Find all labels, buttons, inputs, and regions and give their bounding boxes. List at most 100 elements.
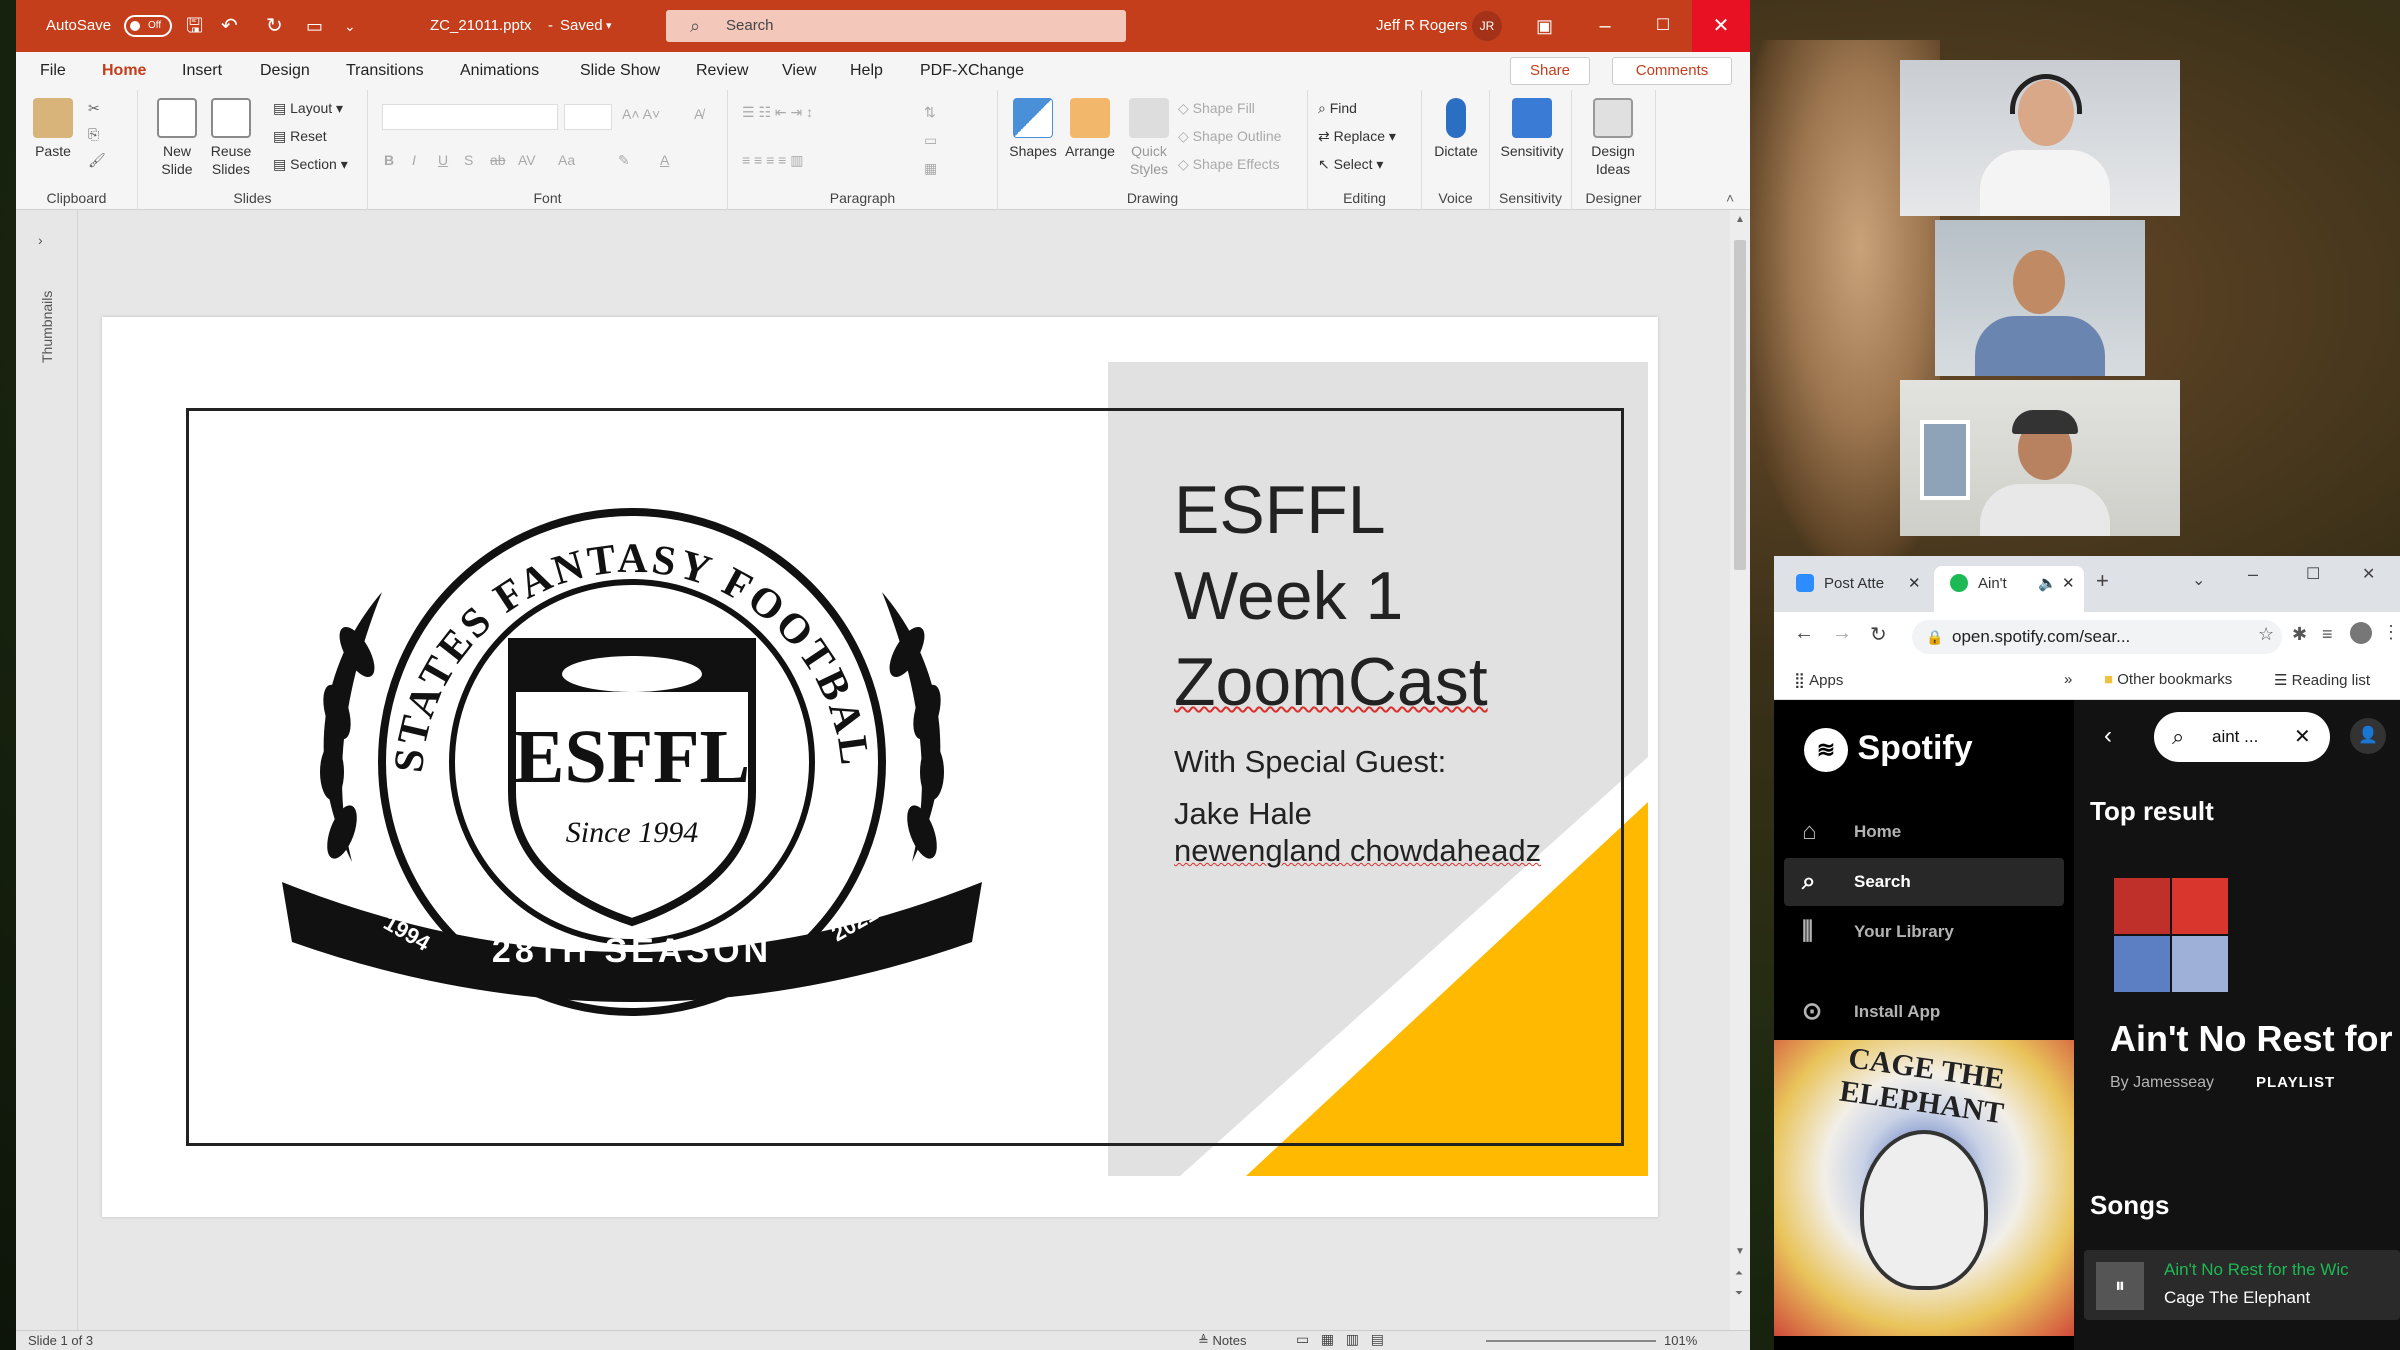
- scroll-down-icon[interactable]: ▼: [1735, 1246, 1745, 1257]
- new-tab-icon[interactable]: +: [2096, 568, 2109, 594]
- character-spacing-icon[interactable]: AV: [518, 152, 536, 168]
- sidebar-item-search[interactable]: ⌕ Search: [1784, 858, 2064, 906]
- sensitivity-button[interactable]: Sensitivity: [1496, 98, 1568, 160]
- apps-bookmark[interactable]: ⣿ Apps: [1794, 671, 1843, 689]
- grow-font-icon[interactable]: A˄ A˅: [622, 106, 660, 122]
- back-icon[interactable]: ←: [1794, 622, 1814, 645]
- song-row[interactable]: ⏸ Ain't No Rest for the Wic Cage The Ele…: [2084, 1250, 2400, 1320]
- tab-file[interactable]: File: [40, 52, 66, 90]
- clear-formatting-icon[interactable]: A̸: [694, 106, 703, 122]
- font-size-select[interactable]: [564, 104, 612, 130]
- pause-icon[interactable]: ⏸: [2096, 1262, 2144, 1310]
- dictate-button[interactable]: Dictate: [1428, 98, 1484, 160]
- previous-slide-icon[interactable]: ⏶: [1735, 1268, 1743, 1279]
- format-painter-icon[interactable]: 🖌: [88, 152, 106, 169]
- bullets-icon[interactable]: ☰ ☷ ⇤ ⇥ ↕: [742, 104, 813, 121]
- song-title[interactable]: Ain't No Rest for the Wic: [2164, 1260, 2349, 1280]
- more-bookmarks-icon[interactable]: »: [2064, 671, 2072, 688]
- top-result-by[interactable]: By Jamesseay: [2110, 1074, 2214, 1092]
- sidebar-item-library[interactable]: ⫼ Your Library: [1784, 908, 2064, 956]
- highlight-icon[interactable]: ✎: [618, 152, 630, 169]
- font-name-select[interactable]: [382, 104, 558, 130]
- tab-animations[interactable]: Animations: [460, 52, 539, 90]
- align-text-icon[interactable]: ▭: [924, 132, 937, 149]
- spotify-logo[interactable]: ≋ Spotify: [1804, 728, 1973, 772]
- vertical-scrollbar[interactable]: ▲ ▼ ⏶ ⏷: [1730, 210, 1750, 1330]
- shape-effects-button[interactable]: ◇ Shape Effects: [1178, 156, 1280, 173]
- close-tab-icon[interactable]: ✕: [2062, 566, 2075, 602]
- top-result-title[interactable]: Ain't No Rest for: [2110, 1018, 2393, 1060]
- back-icon[interactable]: ‹: [2104, 722, 2112, 750]
- text-direction-icon[interactable]: ⇅: [924, 104, 936, 121]
- align-icons[interactable]: ≡ ≡ ≡ ≡ ▥: [742, 152, 803, 169]
- extensions-icon[interactable]: ✱: [2292, 624, 2307, 645]
- scroll-thumb[interactable]: [1734, 240, 1746, 570]
- change-case-icon[interactable]: Aa: [558, 152, 575, 168]
- replace-button[interactable]: ⇄ Replace ▾: [1318, 128, 1396, 145]
- tab-view[interactable]: View: [782, 52, 816, 90]
- maximize-icon[interactable]: ☐: [1634, 0, 1692, 52]
- shapes-button[interactable]: Shapes: [1008, 98, 1058, 160]
- user-icon[interactable]: 👤: [2350, 718, 2386, 754]
- search-box[interactable]: ⌕ Search: [666, 10, 1126, 42]
- slide[interactable]: EASTERN STATES FANTASY FOOTBALL LEAGUE E…: [102, 317, 1658, 1217]
- close-icon[interactable]: ✕: [1692, 0, 1750, 52]
- view-buttons[interactable]: ▭ ▦ ▥ ▤: [1296, 1331, 1384, 1348]
- close-tab-icon[interactable]: ✕: [1908, 566, 1921, 602]
- reset-button[interactable]: ▤ Reset: [273, 128, 327, 145]
- forward-icon[interactable]: →: [1832, 622, 1852, 645]
- undo-icon[interactable]: ↶: [221, 0, 238, 52]
- bold-icon[interactable]: B: [384, 152, 394, 168]
- tab-review[interactable]: Review: [696, 52, 748, 90]
- guest-details[interactable]: Jake Hale newengland chowdaheadz: [1174, 795, 1541, 869]
- new-slide-button[interactable]: New Slide: [152, 98, 202, 178]
- user-name[interactable]: Jeff R Rogers: [1376, 0, 1467, 52]
- section-button[interactable]: ▤ Section ▾: [273, 156, 348, 173]
- sidebar-item-home[interactable]: ⌂ Home: [1784, 808, 2064, 856]
- customize-qat-icon[interactable]: ⌄: [344, 0, 356, 52]
- layout-button[interactable]: ▤ Layout ▾: [273, 100, 343, 117]
- close-icon[interactable]: ✕: [2362, 564, 2375, 584]
- design-ideas-button[interactable]: Design Ideas: [1582, 98, 1644, 178]
- tab-slide-show[interactable]: Slide Show: [580, 52, 660, 90]
- comments-button[interactable]: Comments: [1612, 57, 1732, 85]
- minimize-icon[interactable]: –: [1576, 0, 1634, 52]
- slide-title[interactable]: ESFFL Week 1 ZoomCast: [1174, 467, 1488, 725]
- expand-thumbnails-icon[interactable]: ›: [38, 232, 43, 248]
- guest-label[interactable]: With Special Guest:: [1174, 742, 1446, 782]
- media-icon[interactable]: ≡: [2322, 624, 2333, 645]
- bookmark-star-icon[interactable]: ☆: [2258, 624, 2274, 645]
- speaker-icon[interactable]: 🔈: [2038, 566, 2057, 602]
- strikethrough-icon[interactable]: ab: [490, 152, 506, 168]
- menu-icon[interactable]: ⋮: [2382, 622, 2400, 643]
- clear-search-icon[interactable]: ✕: [2294, 712, 2311, 762]
- notes-button[interactable]: ≜ Notes: [1198, 1333, 1246, 1349]
- tab-insert[interactable]: Insert: [182, 52, 222, 90]
- scroll-up-icon[interactable]: ▲: [1735, 214, 1745, 225]
- next-slide-icon[interactable]: ⏷: [1735, 1288, 1743, 1299]
- maximize-icon[interactable]: ☐: [2306, 564, 2320, 584]
- shape-outline-button[interactable]: ◇ Shape Outline: [1178, 128, 1281, 145]
- save-status[interactable]: Saved: [560, 0, 603, 52]
- tab-transitions[interactable]: Transitions: [346, 52, 424, 90]
- italic-icon[interactable]: I: [412, 152, 416, 168]
- find-button[interactable]: ⌕ Find: [1318, 100, 1357, 117]
- shadow-icon[interactable]: S: [464, 152, 473, 168]
- top-result-art[interactable]: [2114, 878, 2230, 994]
- autosave-toggle[interactable]: Off: [116, 0, 172, 52]
- tab-spotify[interactable]: Ain't 🔈 ✕: [1934, 566, 2084, 612]
- url-bar[interactable]: 🔒 open.spotify.com/sear...: [1912, 620, 2282, 654]
- zoom-slider[interactable]: [1486, 1340, 1656, 1342]
- ribbon-display-icon[interactable]: ▣: [1536, 0, 1553, 52]
- share-button[interactable]: Share: [1510, 57, 1590, 85]
- copy-icon[interactable]: ⎘: [88, 126, 99, 143]
- redo-icon[interactable]: ↻: [266, 0, 283, 52]
- font-color-icon[interactable]: A: [660, 152, 669, 168]
- sidebar-item-install-app[interactable]: ⊙ Install App: [1784, 988, 2064, 1036]
- chevron-down-icon[interactable]: ▾: [606, 0, 612, 52]
- cut-icon[interactable]: ✂: [88, 100, 100, 117]
- present-icon[interactable]: ▭: [306, 0, 323, 52]
- collapse-ribbon-icon[interactable]: ˄: [1726, 190, 1734, 206]
- quick-styles-button[interactable]: Quick Styles: [1122, 98, 1176, 178]
- tab-design[interactable]: Design: [260, 52, 310, 90]
